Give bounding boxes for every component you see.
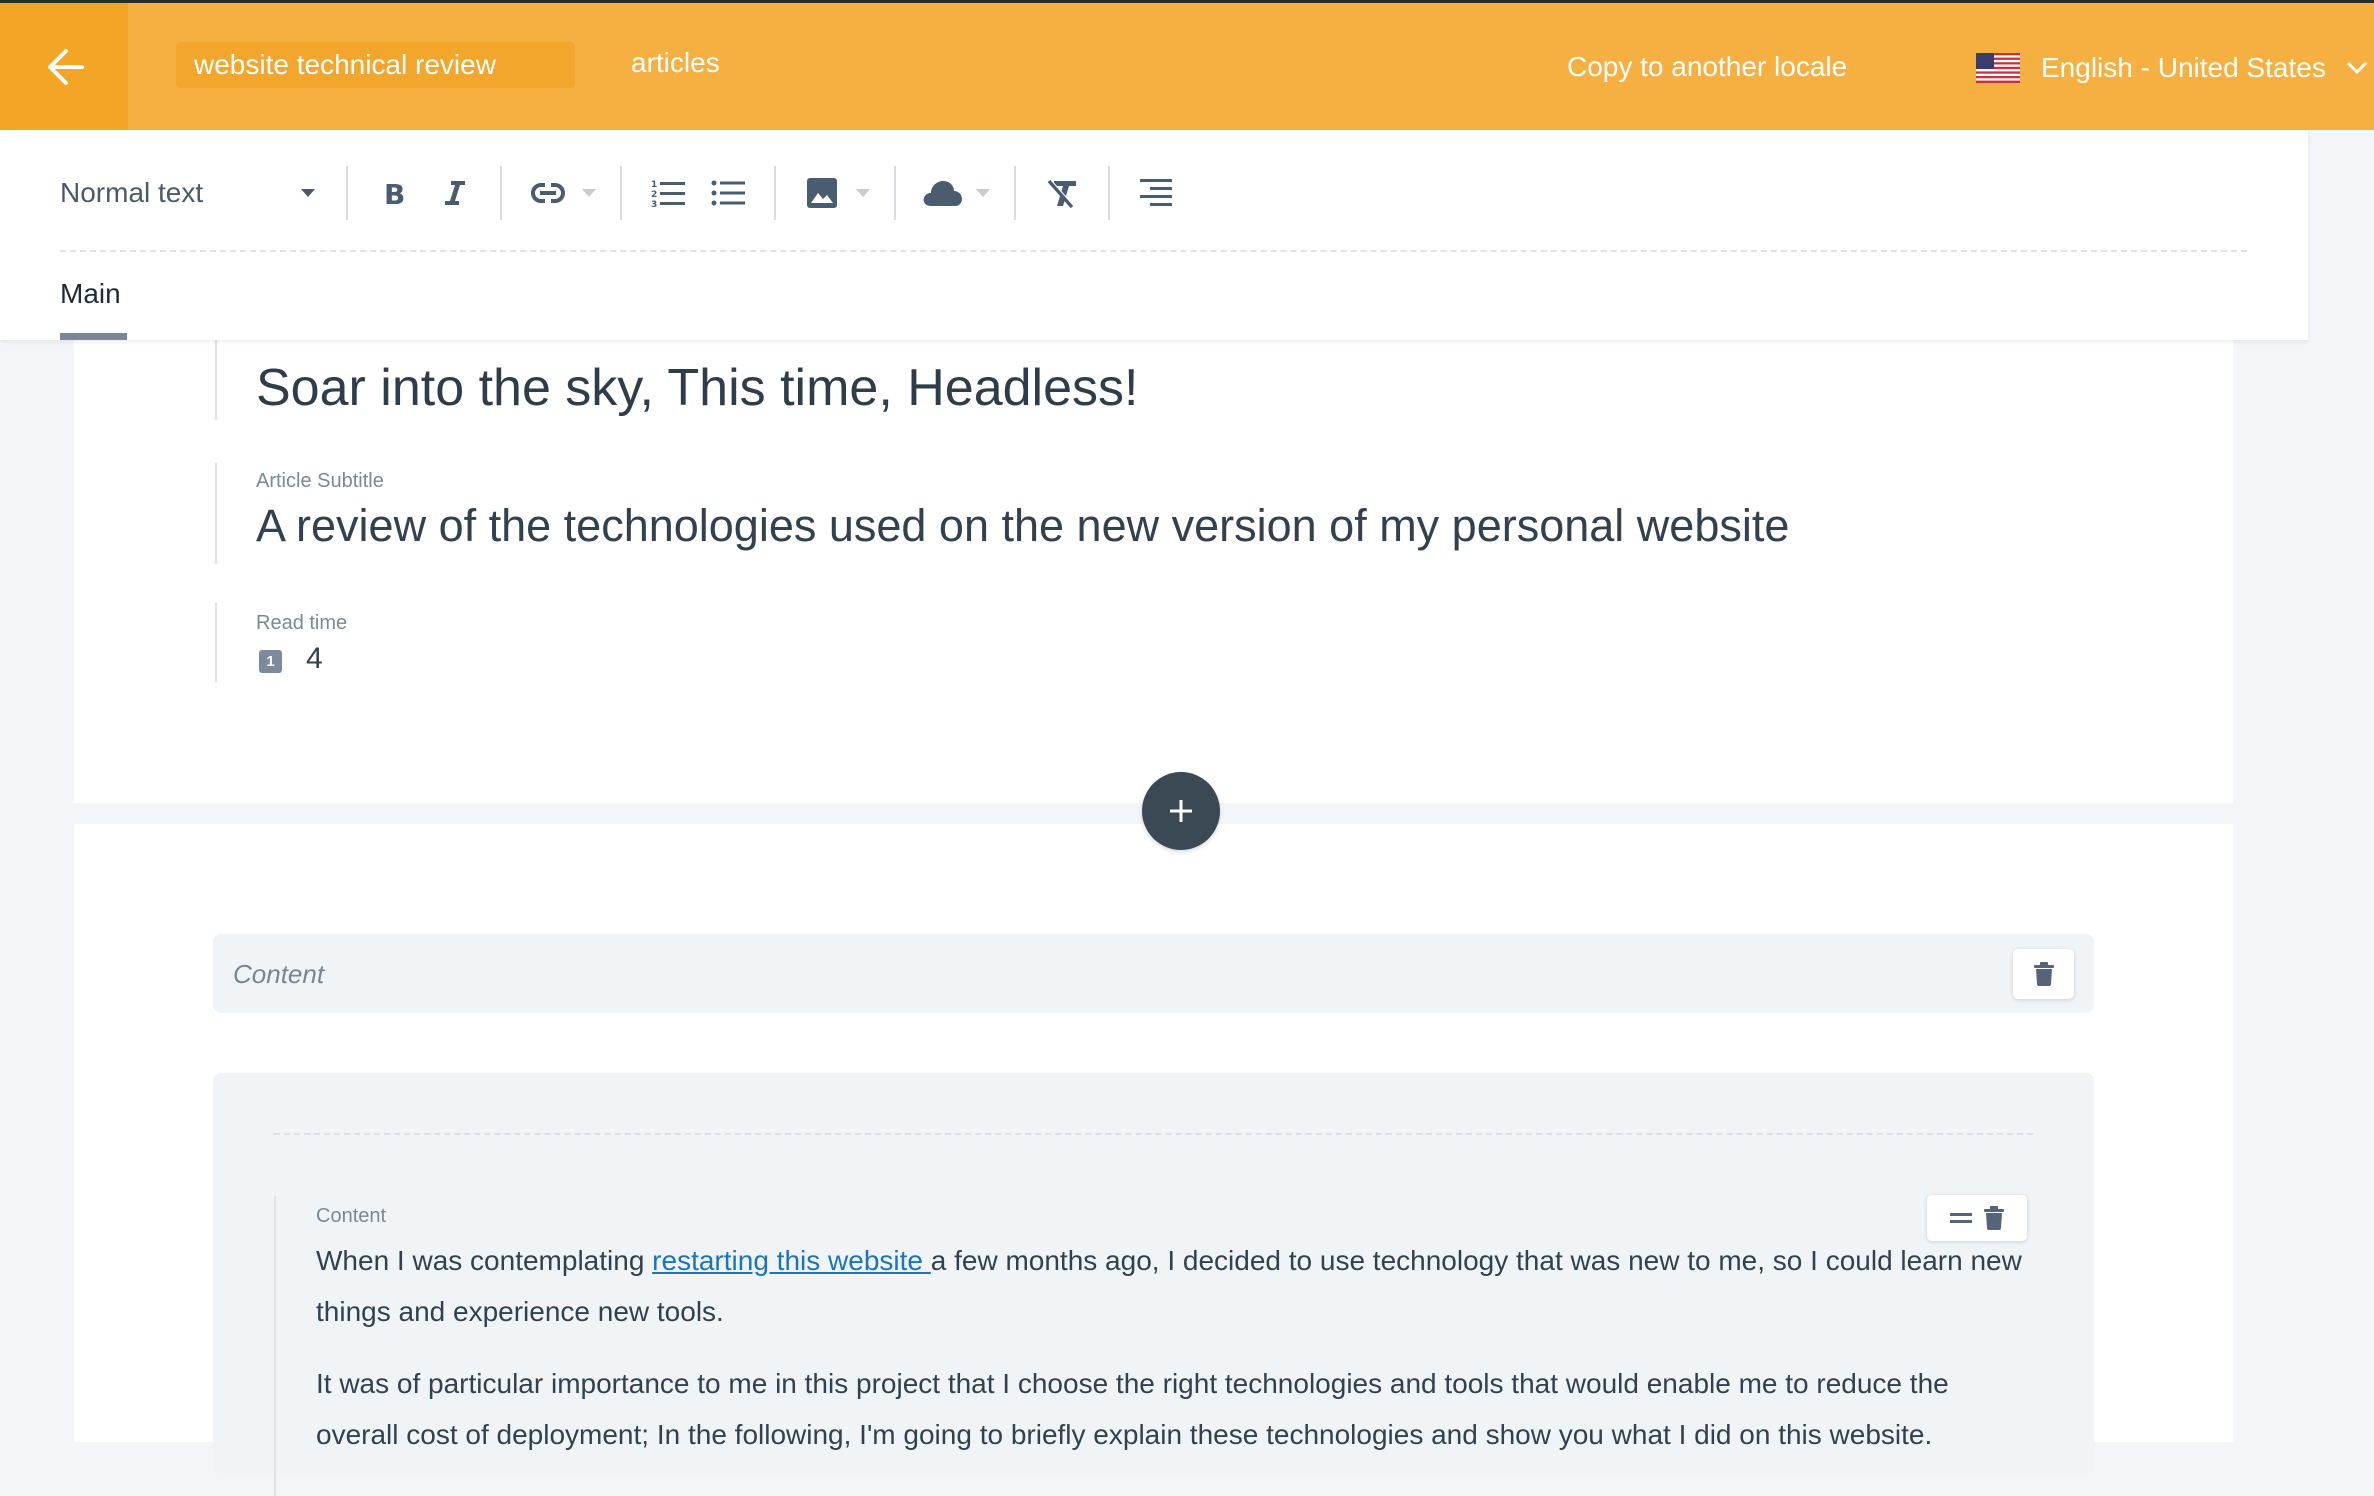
clear-format-icon	[1047, 179, 1076, 208]
article-title[interactable]: Soar into the sky, This time, Headless!	[256, 358, 1138, 418]
subtitle-label: Article Subtitle	[256, 470, 384, 492]
svg-text:2: 2	[651, 190, 657, 200]
delete-section-button[interactable]	[2013, 949, 2074, 999]
trash-icon[interactable]	[1984, 1206, 2004, 1230]
read-time-input[interactable]: 4	[306, 642, 323, 676]
align-right-icon	[1140, 178, 1172, 206]
text-style-label: Normal text	[60, 176, 204, 208]
ordered-list-icon: 1 2 3	[651, 180, 685, 208]
locale-selector[interactable]: English - United States	[1976, 45, 2368, 91]
toolbar-divider	[620, 165, 622, 220]
svg-text:B: B	[384, 179, 405, 207]
field-border	[215, 340, 217, 420]
article-subtitle[interactable]: A review of the technologies used on the…	[256, 500, 1789, 552]
number-field-icon: 1	[259, 650, 282, 673]
arrow-left-icon	[48, 48, 84, 85]
copy-to-locale-button[interactable]: Copy to another locale	[1567, 51, 1847, 83]
content-section-label: Content	[233, 959, 325, 989]
cloud-icon	[923, 180, 962, 206]
rich-text-toolbar: Normal text B 1 2 3	[60, 160, 1186, 225]
paragraph-text: When I was contemplating	[316, 1245, 653, 1276]
embed-dropdown[interactable]	[972, 166, 994, 220]
field-border	[274, 1196, 276, 1496]
add-block-button[interactable]	[1142, 772, 1220, 850]
drag-handle-icon[interactable]	[1950, 1212, 1972, 1224]
bold-icon: B	[384, 179, 405, 207]
content-field-label: Content	[316, 1205, 387, 1227]
image-button[interactable]	[799, 166, 845, 220]
toolbar-divider	[346, 165, 348, 220]
content-section-bar: Content	[213, 934, 2094, 1013]
svg-text:3: 3	[651, 200, 657, 208]
ordered-list-button[interactable]: 1 2 3	[645, 166, 691, 220]
page-gutter	[2308, 130, 2374, 1442]
embed-button[interactable]	[919, 166, 965, 220]
link-dropdown[interactable]	[578, 166, 600, 220]
field-border	[215, 603, 217, 683]
align-button[interactable]	[1133, 166, 1179, 220]
back-button[interactable]	[0, 3, 128, 130]
content-paragraph[interactable]: When I was contemplating restarting this…	[316, 1235, 2036, 1337]
bullet-list-icon	[711, 180, 745, 205]
caret-down-icon	[301, 188, 315, 197]
image-icon	[807, 177, 837, 208]
link-icon	[531, 182, 565, 203]
content-paragraph[interactable]: It was of particular importance to me in…	[316, 1358, 2036, 1460]
tab-main[interactable]: Main	[60, 278, 121, 310]
block-divider-dashed	[274, 1133, 2033, 1135]
toolbar-divider	[1014, 165, 1016, 220]
toolbar-divider	[1108, 165, 1110, 220]
caret-down-icon	[976, 188, 990, 197]
bullet-list-button[interactable]	[705, 166, 751, 220]
svg-text:1: 1	[651, 180, 657, 190]
read-time-label: Read time	[256, 612, 348, 634]
article-header-card: Soar into the sky, This time, Headless! …	[74, 340, 2233, 803]
tab-active-indicator	[60, 333, 127, 340]
bold-button[interactable]: B	[371, 166, 417, 220]
italic-icon	[445, 180, 465, 205]
locale-label: English - United States	[2041, 52, 2326, 83]
image-dropdown[interactable]	[852, 166, 874, 220]
toolbar-divider-dashed	[60, 250, 2247, 252]
clear-format-button[interactable]	[1039, 166, 1085, 220]
caret-down-icon	[856, 188, 870, 197]
content-card: Content Content When I was contemplating…	[74, 824, 2233, 1496]
restarting-website-link[interactable]: restarting this website	[652, 1245, 931, 1276]
collection-name: articles	[631, 47, 720, 78]
toolbar-divider	[500, 165, 502, 220]
text-style-dropdown[interactable]: Normal text	[60, 163, 330, 223]
plus-icon	[1170, 800, 1192, 822]
caret-down-icon	[582, 188, 596, 197]
header-bar: articles Copy to another locale English …	[0, 3, 2374, 130]
italic-button[interactable]	[431, 166, 477, 220]
us-flag-icon	[1976, 53, 2020, 83]
toolbar-divider	[774, 165, 776, 220]
toolbar-divider	[894, 165, 896, 220]
content-block: Content When I was contemplating restart…	[213, 1073, 2094, 1496]
trash-icon	[2033, 962, 2054, 986]
link-button[interactable]	[525, 166, 571, 220]
chevron-down-icon	[2346, 61, 2367, 75]
field-border	[215, 463, 217, 564]
entry-title-input[interactable]	[176, 42, 575, 88]
